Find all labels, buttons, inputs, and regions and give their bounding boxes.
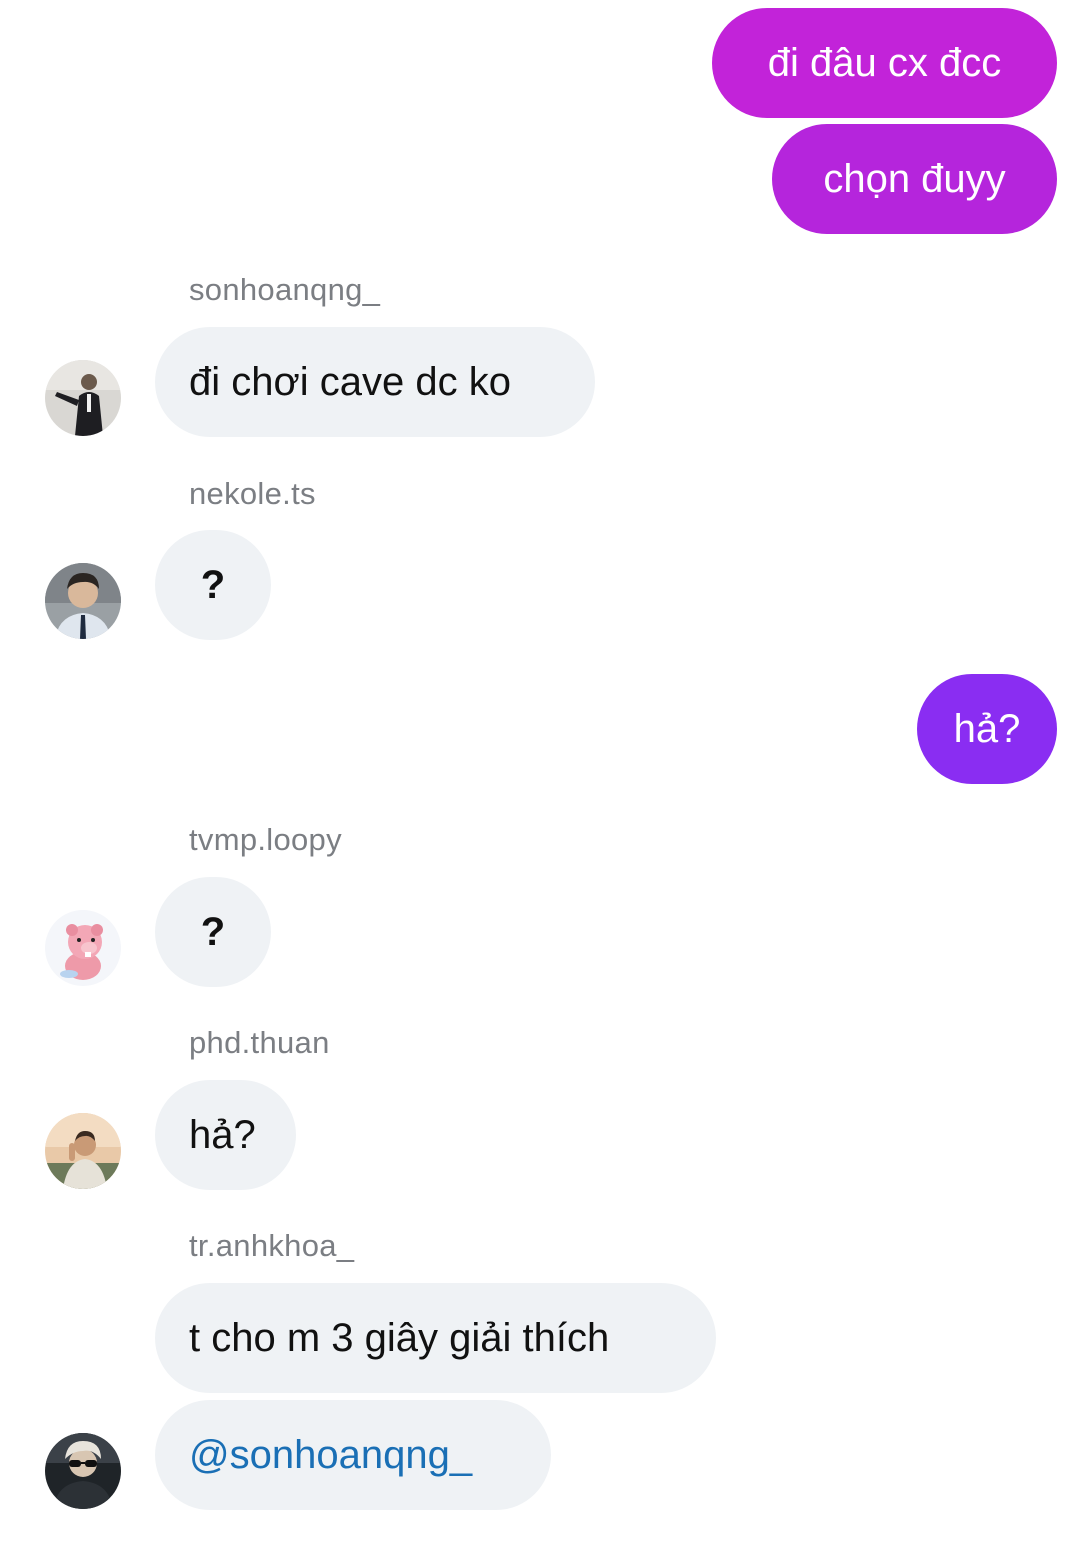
incoming-message-bubble[interactable]: đi chơi cave dc ko xyxy=(155,327,595,437)
message-text: hả? xyxy=(953,706,1021,751)
sender-name: nekole.ts xyxy=(189,476,316,511)
message-text: ? xyxy=(200,562,226,607)
message-text: t cho m 3 giây giải thích xyxy=(189,1315,610,1360)
avatar[interactable] xyxy=(45,1113,121,1189)
outgoing-message-bubble[interactable]: đi đâu cx đcc xyxy=(712,8,1057,118)
message-text: ? xyxy=(200,909,226,954)
message-text: chọn đuyy xyxy=(823,156,1006,201)
incoming-message-bubble[interactable]: ? xyxy=(155,530,271,640)
avatar[interactable] xyxy=(45,360,121,436)
avatar-pink-beaver-icon xyxy=(45,910,121,986)
incoming-message-bubble[interactable]: t cho m 3 giây giải thích xyxy=(155,1283,716,1393)
avatar[interactable] xyxy=(45,1433,121,1509)
sender-name: phd.thuan xyxy=(189,1025,330,1060)
avatar-man-sunglasses-icon xyxy=(45,1433,121,1509)
message-text: đi chơi cave dc ko xyxy=(189,359,511,404)
outgoing-message-bubble[interactable]: hả? xyxy=(917,674,1057,784)
avatar-young-man-shirt-icon xyxy=(45,563,121,639)
sender-name: sonhoanqng_ xyxy=(189,272,381,307)
avatar-man-sunset-icon xyxy=(45,1113,121,1189)
sender-name: tvmp.loopy xyxy=(189,822,342,857)
mention-link[interactable]: @sonhoanqng_ xyxy=(189,1433,472,1478)
mention-message-bubble[interactable]: @sonhoanqng_ xyxy=(155,1400,551,1510)
incoming-message-bubble[interactable]: hả? xyxy=(155,1080,296,1190)
sender-name: tr.anhkhoa_ xyxy=(189,1228,355,1263)
avatar[interactable] xyxy=(45,910,121,986)
outgoing-message-bubble[interactable]: chọn đuyy xyxy=(772,124,1057,234)
avatar[interactable] xyxy=(45,563,121,639)
message-text: hả? xyxy=(189,1112,256,1157)
message-text: đi đâu cx đcc xyxy=(767,40,1002,85)
avatar-man-in-suit-icon xyxy=(45,360,121,436)
incoming-message-bubble[interactable]: ? xyxy=(155,877,271,987)
